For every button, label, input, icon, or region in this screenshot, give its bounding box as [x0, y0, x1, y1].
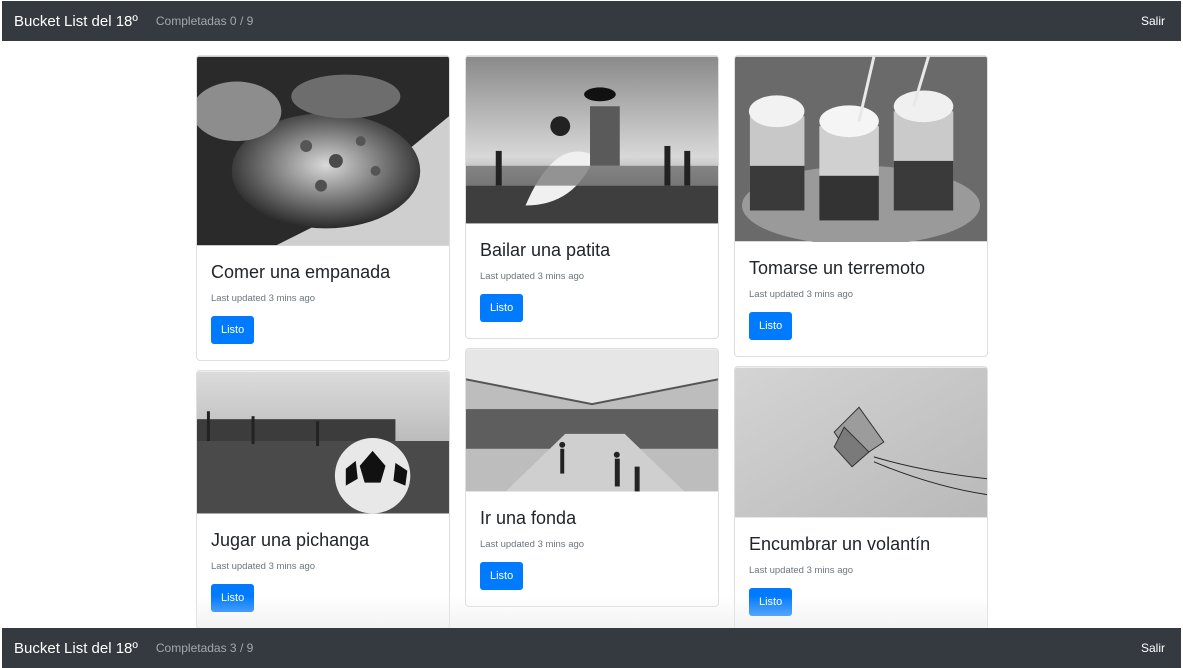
kite-photo — [735, 367, 987, 518]
card-updated-text: Last updated 3 mins ago — [480, 271, 585, 282]
card-title: Bailar una patita — [480, 240, 611, 260]
fonda-photo — [466, 349, 718, 492]
card-column: Tomarse un terremoto Last updated 3 mins… — [734, 55, 988, 628]
card-updated-text: Last updated 3 mins ago — [480, 539, 585, 550]
navbar-brand[interactable]: Bucket List del 18º — [14, 13, 138, 30]
card-column: Comer una empanada Last updated 3 mins a… — [196, 55, 450, 628]
card-title: Encumbrar un volantín — [749, 534, 931, 554]
done-button[interactable]: Listo — [480, 294, 524, 322]
card-volantin: Encumbrar un volantín Last updated 3 min… — [734, 366, 988, 628]
done-button[interactable]: Listo — [749, 588, 793, 616]
top-navbar: Bucket List del 18º Completadas 0 / 9 Sa… — [2, 1, 1181, 41]
cueca-dance-photo — [466, 56, 718, 224]
card-body: Encumbrar un volantín Last updated 3 min… — [735, 518, 987, 628]
card-column: Bailar una patita Last updated 3 mins ag… — [465, 55, 719, 607]
card-title: Ir una fonda — [480, 508, 577, 528]
logout-link[interactable]: Salir — [1141, 14, 1165, 28]
card-body: Tomarse un terremoto Last updated 3 mins… — [735, 242, 987, 356]
completed-counter: Completadas 3 / 9 — [155, 641, 254, 655]
pichanga-photo — [197, 371, 449, 514]
terremoto-drinks-photo — [735, 56, 987, 242]
card-title: Jugar una pichanga — [211, 530, 370, 550]
card-empanada: Comer una empanada Last updated 3 mins a… — [196, 55, 450, 361]
navbar-brand[interactable]: Bucket List del 18º — [14, 640, 138, 657]
card-title: Comer una empanada — [211, 262, 391, 282]
card-fonda: Ir una fonda Last updated 3 mins ago Lis… — [465, 348, 719, 607]
done-button[interactable]: Listo — [480, 562, 524, 590]
card-updated-text: Last updated 3 mins ago — [749, 565, 854, 576]
done-button[interactable]: Listo — [749, 312, 793, 340]
card-updated-text: Last updated 3 mins ago — [211, 293, 316, 304]
card-pichanga: Jugar una pichanga Last updated 3 mins a… — [196, 370, 450, 628]
done-button[interactable]: Listo — [211, 316, 255, 344]
card-updated-text: Last updated 3 mins ago — [749, 289, 854, 300]
card-patita: Bailar una patita Last updated 3 mins ag… — [465, 55, 719, 339]
card-body: Jugar una pichanga Last updated 3 mins a… — [197, 514, 449, 628]
completed-counter: Completadas 0 / 9 — [155, 14, 254, 28]
card-grid: Comer una empanada Last updated 3 mins a… — [196, 55, 988, 628]
done-button[interactable]: Listo — [211, 584, 255, 612]
card-body: Ir una fonda Last updated 3 mins ago Lis… — [466, 492, 718, 606]
card-body: Comer una empanada Last updated 3 mins a… — [197, 246, 449, 360]
card-body: Bailar una patita Last updated 3 mins ag… — [466, 224, 718, 338]
empanada-photo — [197, 56, 449, 246]
card-title: Tomarse un terremoto — [749, 258, 926, 278]
card-updated-text: Last updated 3 mins ago — [211, 561, 316, 572]
bottom-navbar: Bucket List del 18º Completadas 3 / 9 Sa… — [2, 628, 1181, 668]
page: Bucket List del 18º Completadas 0 / 9 Sa… — [0, 0, 1183, 668]
logout-link[interactable]: Salir — [1141, 641, 1165, 655]
card-terremoto: Tomarse un terremoto Last updated 3 mins… — [734, 55, 988, 357]
